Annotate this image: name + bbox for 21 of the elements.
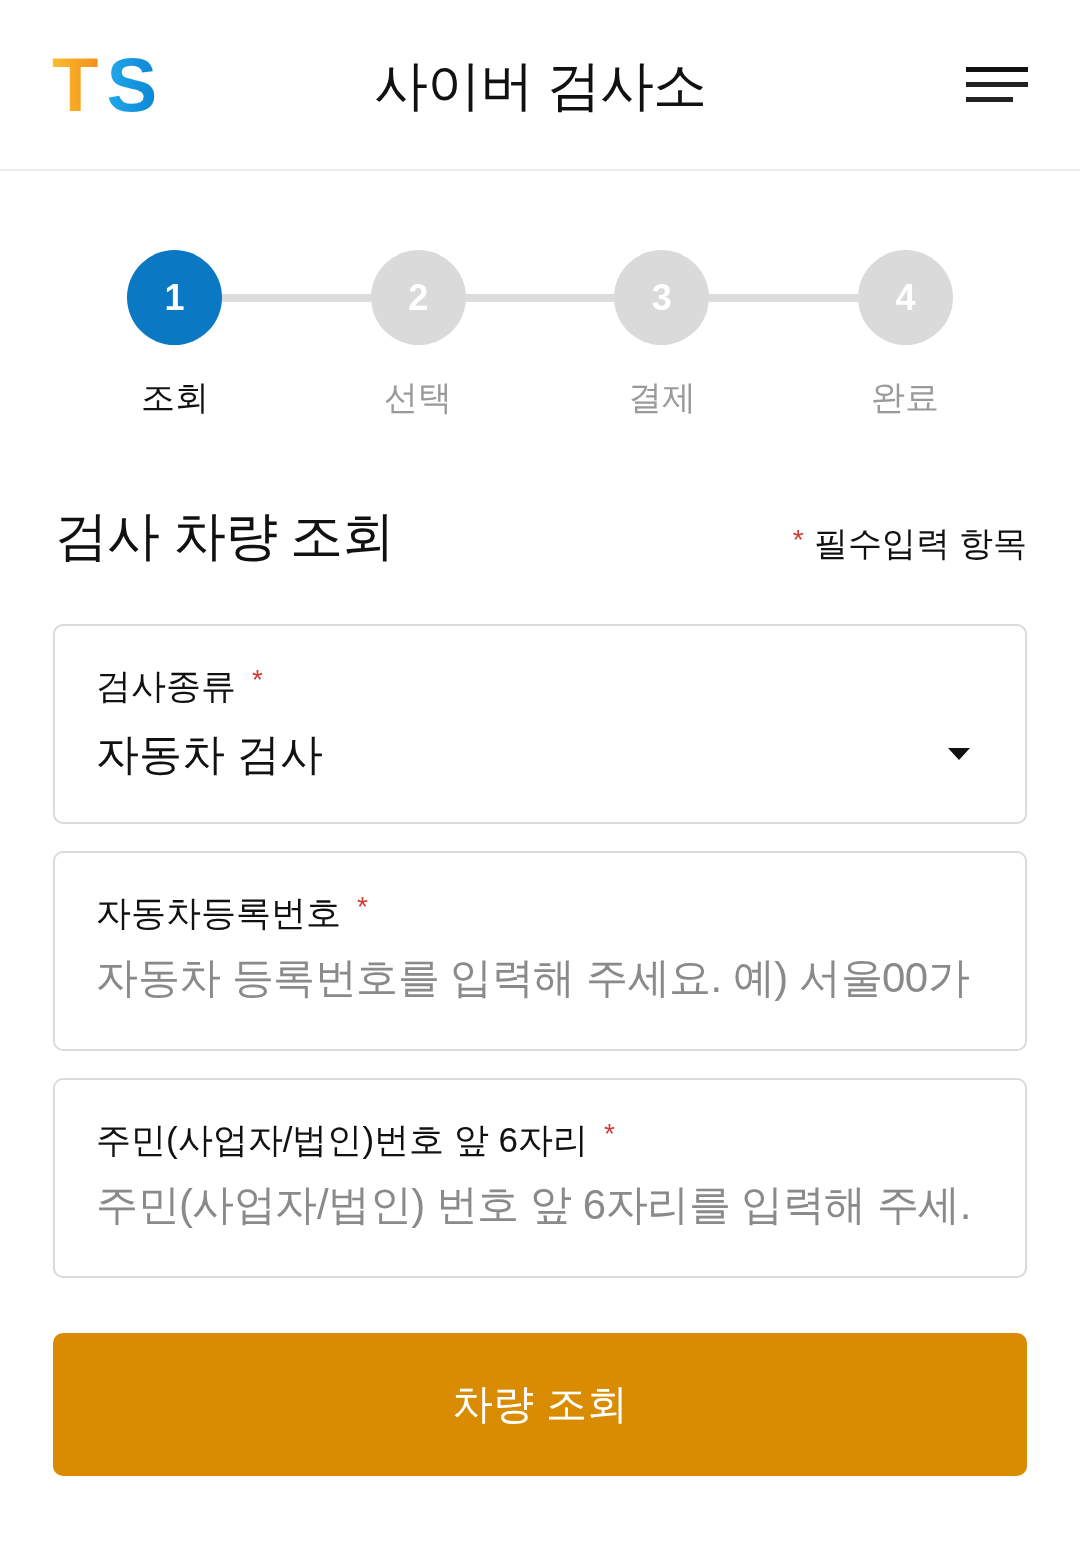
required-legend: 필수입력 항목 — [813, 526, 1027, 560]
required-mark: * — [603, 1120, 615, 1148]
step-label: 조회 — [140, 377, 209, 418]
required-mark: * — [792, 526, 804, 554]
field-label: 주민(사업자/법인)번호 앞 6자리 — [96, 1120, 588, 1160]
field-label: 검사종류 — [96, 666, 236, 706]
required-mark: * — [252, 666, 263, 694]
required-mark: * — [357, 893, 368, 921]
text-input[interactable]: 자동차 등록번호를 입력해 주세요. 예) 서울00가 — [96, 949, 985, 1007]
step-label: 완료 — [871, 377, 940, 418]
section-title: 검사 차량 조회 — [54, 506, 395, 566]
inspection-type-select[interactable]: 검사종류 * 자동차 검사 — [53, 624, 1027, 824]
menu-icon[interactable] — [966, 66, 1028, 103]
caret-icon — [948, 748, 970, 760]
page-title: 사이버 검사소 — [374, 57, 706, 112]
text-input[interactable]: 주민(사업자/법인) 번호 앞 6자리를 입력해 주세. — [96, 1176, 985, 1234]
field-label: 자동차등록번호 — [96, 893, 341, 933]
text-field[interactable]: 자동차등록번호 * 자동차 등록번호를 입력해 주세요. 예) 서울00가 — [53, 851, 1027, 1051]
step-label: 결제 — [627, 377, 696, 418]
text-field[interactable]: 주민(사업자/법인)번호 앞 6자리 * 주민(사업자/법인) 번호 앞 6자리를 입력해 주세. — [53, 1078, 1027, 1278]
step-label: 선택 — [384, 377, 453, 418]
